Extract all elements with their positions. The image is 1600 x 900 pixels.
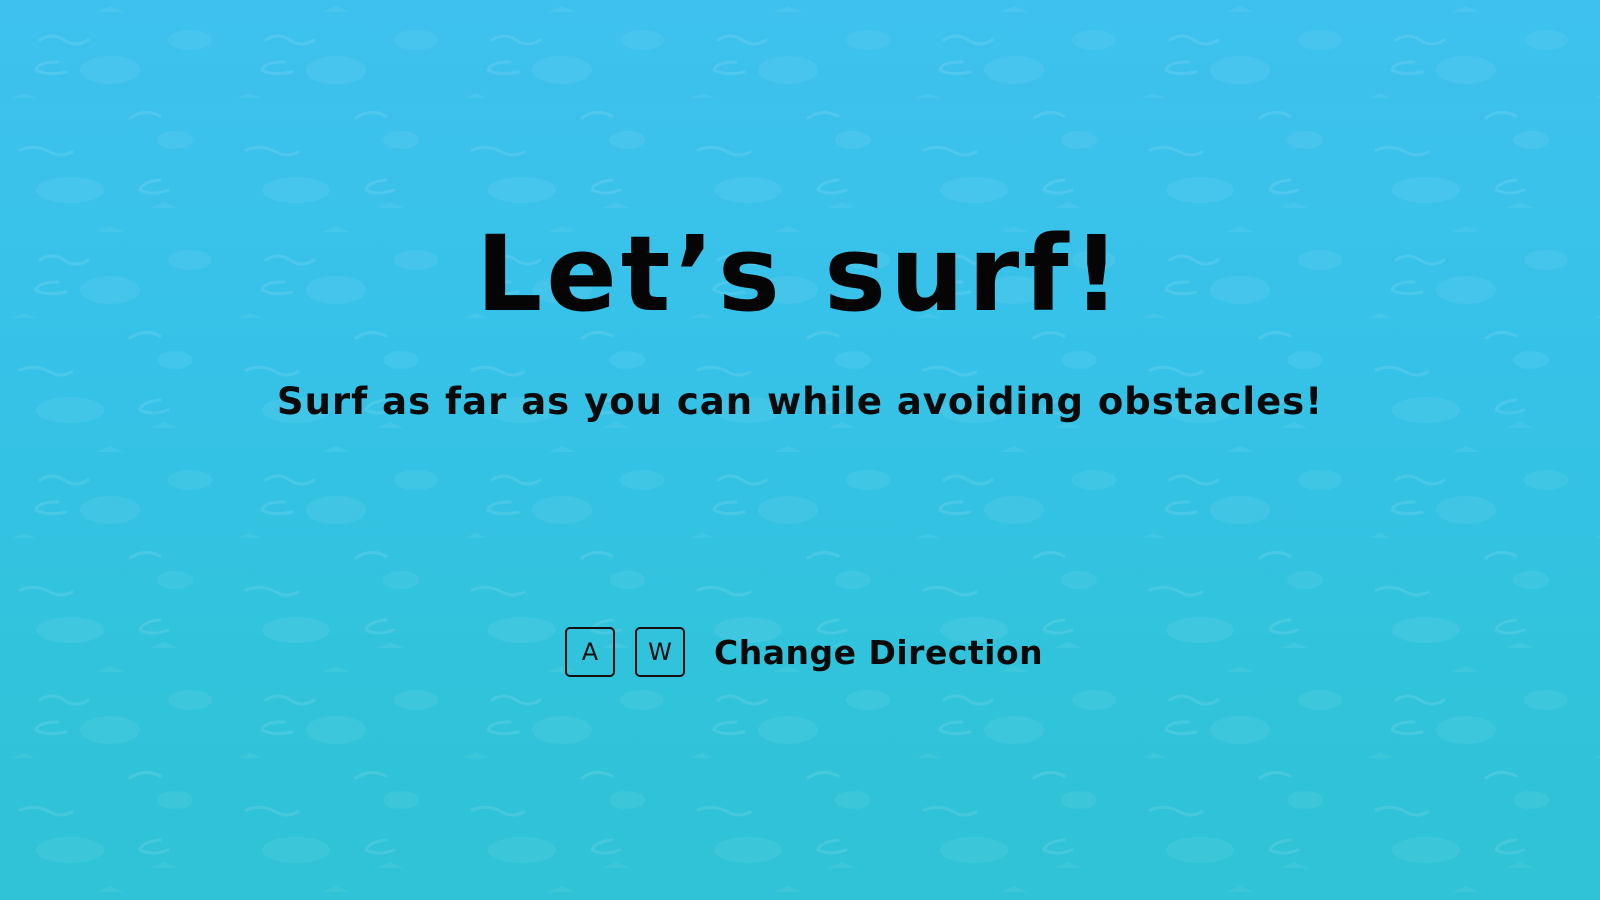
game-title: Let’s surf! (475, 213, 1125, 335)
controls-hint: A W Change Direction (565, 625, 1043, 679)
key-a-icon: A (565, 627, 615, 677)
game-instructions: Surf as far as you can while avoiding ob… (276, 380, 1324, 423)
water-ripple-background (0, 0, 1600, 900)
game-start-screen: Let’s surf! Surf as far as you can while… (0, 0, 1600, 900)
key-w-icon: W (635, 627, 685, 677)
control-action-label: Change Direction (714, 632, 1044, 672)
